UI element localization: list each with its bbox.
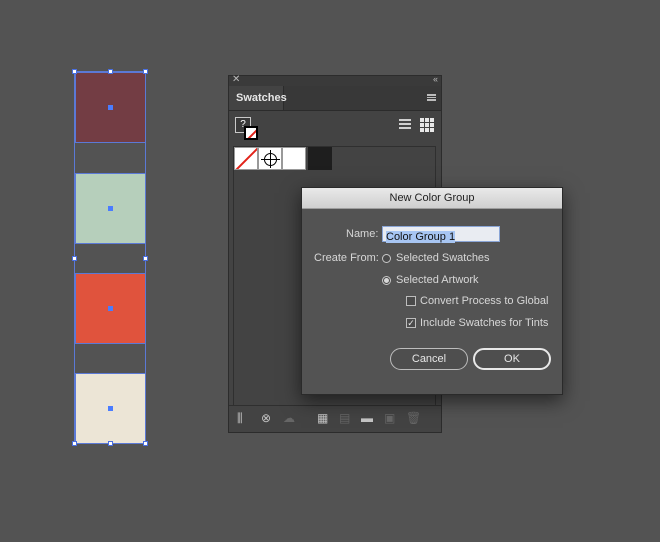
list-view-icon[interactable] — [399, 119, 411, 131]
delete-icon: 🗑 — [406, 411, 422, 425]
group-name-input[interactable]: Color Group 1 — [382, 226, 500, 243]
convert-process-label[interactable]: Convert Process to Global — [420, 295, 548, 307]
create-from-label: Create From: — [314, 252, 379, 264]
cream-square[interactable] — [75, 373, 146, 444]
group-name-value: Color Group 1 — [386, 231, 456, 243]
tab-swatches[interactable]: Swatches — [229, 86, 287, 110]
resize-handle-bm[interactable] — [108, 441, 113, 446]
panel-footer: ⫼ ⊗ ☁ ▦ ▤ ▬ ▣ 🗑 — [229, 405, 441, 432]
resize-handle-mr[interactable] — [143, 256, 148, 261]
registration-cross-v — [270, 150, 271, 168]
new-color-group-icon[interactable]: ▦ — [317, 412, 328, 424]
swatch-none[interactable] — [234, 147, 258, 170]
selected-artwork-label[interactable]: Selected Artwork — [396, 274, 479, 286]
sage-square[interactable] — [75, 173, 146, 244]
center-point — [108, 306, 113, 311]
resize-handle-bl[interactable] — [72, 441, 77, 446]
center-point — [108, 206, 113, 211]
resize-handle-br[interactable] — [143, 441, 148, 446]
collapse-icon[interactable]: ‹‹ — [433, 74, 438, 84]
convert-process-checkbox[interactable] — [406, 296, 416, 306]
maroon-square[interactable] — [75, 72, 146, 143]
new-swatch-icon: ▣ — [384, 411, 396, 425]
panel-tab-bar: Swatches — [229, 86, 441, 111]
dialog-title: New Color Group — [302, 188, 562, 209]
cloud-icon: ☁ — [283, 411, 295, 425]
name-label: Name: — [346, 228, 379, 240]
panel-menu-icon[interactable] — [427, 94, 436, 101]
fill-stroke-control[interactable]: ? — [235, 117, 261, 143]
swatch-white[interactable] — [282, 147, 306, 170]
show-kinds-icon[interactable]: ⊗ — [261, 412, 271, 424]
resize-handle-tr[interactable] — [143, 69, 148, 74]
resize-handle-tm[interactable] — [108, 69, 113, 74]
new-folder-icon[interactable]: ▬ — [361, 412, 373, 424]
selected-swatches-radio[interactable] — [382, 254, 391, 263]
resize-handle-tl[interactable] — [72, 69, 77, 74]
include-tints-label[interactable]: Include Swatches for Tints — [420, 317, 548, 329]
center-point — [108, 406, 113, 411]
swatch-registration[interactable] — [258, 147, 282, 170]
panel-header-strip: ✕ ‹‹ — [229, 74, 441, 86]
ok-button[interactable]: OK — [473, 348, 551, 370]
new-color-group-dialog: New Color Group Name: Color Group 1 Crea… — [301, 187, 563, 395]
stroke-none-icon[interactable] — [244, 126, 258, 140]
center-point — [108, 105, 113, 110]
swatch-libraries-icon[interactable]: ⫼ — [237, 412, 243, 424]
include-tints-checkbox[interactable]: ✓ — [406, 318, 416, 328]
swatch-options-icon: ▤ — [339, 411, 351, 425]
cancel-button[interactable]: Cancel — [390, 348, 468, 370]
grid-view-icon[interactable] — [420, 118, 434, 132]
selected-swatches-label[interactable]: Selected Swatches — [396, 252, 490, 264]
selected-artwork-radio[interactable] — [382, 276, 391, 285]
close-icon[interactable]: ✕ — [232, 74, 240, 85]
coral-square[interactable] — [75, 273, 146, 344]
resize-handle-ml[interactable] — [72, 256, 77, 261]
swatch-black[interactable] — [308, 147, 332, 170]
